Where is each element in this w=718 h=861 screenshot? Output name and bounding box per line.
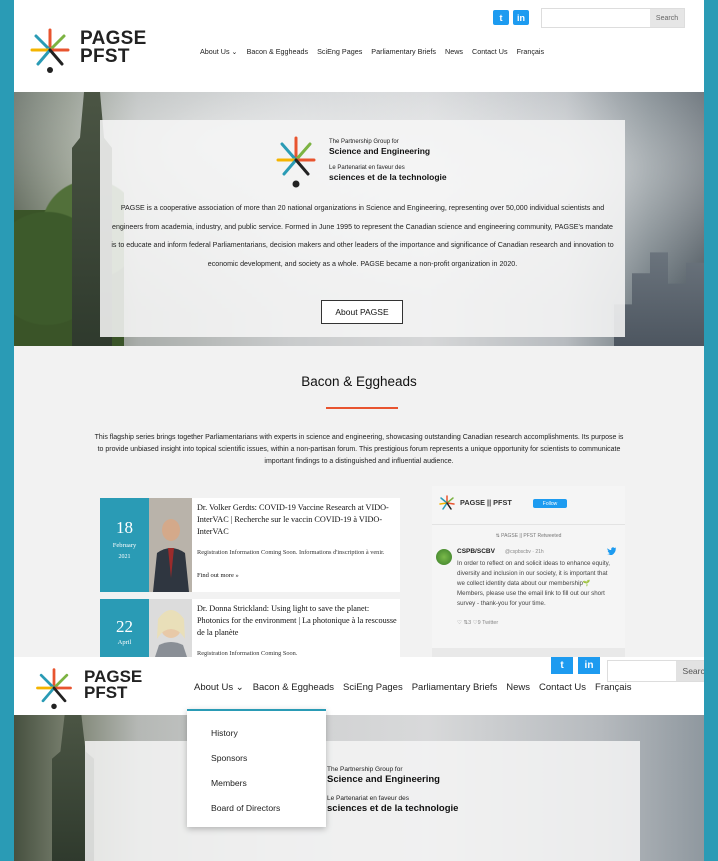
twitter-icon[interactable]: t [551,657,573,674]
tweet-actions[interactable]: ♡ ⇅3 ♡9 Twitter [457,620,498,626]
main-nav: About Us ⌄ Bacon & Eggheads SciEng Pages… [194,682,631,693]
logo-text: PAGSE PFST [84,668,142,702]
nav-francais[interactable]: Français [595,682,631,693]
partner-big-en: Science and Engineering [329,146,431,156]
nav-francais[interactable]: Français [517,47,545,56]
logo-line2: PFST [84,683,128,702]
nav-contact[interactable]: Contact Us [472,47,508,56]
event-month: February [112,542,137,549]
event-year: 2021 [118,554,131,560]
site-header: PAGSE PFST t in Search About Us ⌄ Bacon … [14,657,704,715]
find-out-more-link[interactable]: Find out more » [197,572,239,579]
twitter-widget: PAGSE || PFST Follow ⇅ PAGSE || PFST Ret… [432,486,625,657]
event-info: Registration Information Coming Soon. In… [197,549,385,556]
speaker-portrait [149,599,192,657]
nav-about[interactable]: About Us ⌄ [200,47,238,56]
site-logo[interactable]: PAGSE PFST [26,26,146,74]
about-us-dropdown: History Sponsors Members Board of Direct… [187,709,326,827]
search-button[interactable]: Search [650,9,684,27]
pagse-avatar-icon [439,495,455,510]
tweet-text: In order to reflect on and solicit ideas… [457,560,610,607]
speaker-photo [149,498,192,592]
event-month: April [117,639,132,646]
nav-briefs[interactable]: Parliamentary Briefs [371,47,436,56]
twitter-icon[interactable]: t [493,10,509,25]
linkedin-icon[interactable]: in [513,10,529,25]
site-logo[interactable]: PAGSE PFST [32,666,162,710]
dropdown-item-sponsors[interactable]: Sponsors [211,753,247,763]
about-pagse-button[interactable]: About PAGSE [321,300,403,324]
partner-big-fr: sciences et de la technologie [329,172,447,182]
hero-content-box: The Partnership Group for Science and En… [100,120,625,337]
section-title: Bacon & Eggheads [301,374,417,389]
speaker-photo [149,599,192,657]
event-title[interactable]: Dr. Volker Gerdts: COVID-19 Vaccine Rese… [197,502,397,538]
page-dropdown-view: PAGSE PFST t in Search About Us ⌄ Bacon … [14,657,704,861]
partner-big-fr: sciences et de la technologie [327,803,459,814]
nav-news[interactable]: News [506,682,530,693]
dropdown-item-history[interactable]: History [211,728,238,738]
partner-small-fr: Le Partenariat en faveur des [327,795,410,802]
tweet-handle: @cspbscbv · 21h [505,549,544,555]
partner-logo: The Partnership Group for Science and En… [270,132,490,190]
dropdown-item-board[interactable]: Board of Directors [211,803,280,813]
nav-scieng[interactable]: SciEng Pages [317,47,362,56]
event-info: Registration Information Coming Soon. [197,650,298,657]
partnership-logo-icon [276,136,316,188]
nav-about[interactable]: About Us ⌄ [194,682,244,693]
search-input[interactable]: Search [541,8,685,28]
tweet-avatar[interactable] [436,549,452,565]
title-underline [326,407,398,409]
search-button[interactable]: Search [676,661,704,681]
nav-contact[interactable]: Contact Us [539,682,586,693]
event-day: 22 [116,617,133,636]
nav-scieng[interactable]: SciEng Pages [343,682,403,693]
twitter-bird-icon[interactable] [607,547,617,556]
logo-text: PAGSE PFST [80,29,147,67]
partner-big-en: Science and Engineering [327,774,440,785]
event-card[interactable]: 18 February 2021 Dr. Volker Gerdts: COVI… [100,498,400,592]
page-top-view: PAGSE PFST t in Search About Us ⌄ Bacon … [14,0,704,657]
nav-bacon[interactable]: Bacon & Eggheads [253,682,334,693]
dropdown-item-members[interactable]: Members [211,778,247,788]
pagse-logo-icon [30,28,70,73]
tweet-user[interactable]: CSPB/SCBV [457,548,495,555]
site-header: PAGSE PFST t in Search About Us ⌄ Bacon … [14,0,704,92]
twitter-follow-button[interactable]: Follow [533,499,567,508]
hero-banner: The Partnership Group for Science and En… [14,92,704,346]
nav-briefs[interactable]: Parliamentary Briefs [412,682,498,693]
main-nav: About Us ⌄ Bacon & Eggheads SciEng Pages… [200,47,544,56]
twitter-account-name[interactable]: PAGSE || PFST [460,498,512,507]
logo-line2: PFST [80,46,130,67]
partner-small-en: The Partnership Group for [329,139,399,145]
nav-news[interactable]: News [445,47,463,56]
event-date: 22 April [100,599,149,657]
event-title[interactable]: Dr. Donna Strickland: Using light to sav… [197,603,397,639]
speaker-portrait [149,498,192,592]
search-input[interactable]: Search [607,660,704,682]
event-day: 18 [116,518,133,537]
pagse-logo-icon [36,668,72,710]
retweet-label: ⇅ PAGSE || PFST Retweeted [495,533,562,539]
section-description: This flagship series brings together Par… [94,434,624,466]
event-card[interactable]: 22 April Dr. Donna Strickland: Using lig… [100,599,400,657]
event-date: 18 February 2021 [100,498,149,592]
nav-bacon[interactable]: Bacon & Eggheads [247,47,309,56]
divider [432,524,625,525]
partner-small-en: The Partnership Group for [327,766,403,773]
partner-small-fr: Le Partenariat en faveur des [329,165,405,171]
hero-content-box: The Partnership Group for Science and En… [85,741,640,861]
hero-banner: The Partnership Group for Science and En… [14,715,704,861]
hero-description: PAGSE is a cooperative association of mo… [111,204,614,268]
widget-footer [432,648,625,657]
linkedin-icon[interactable]: in [578,657,600,674]
